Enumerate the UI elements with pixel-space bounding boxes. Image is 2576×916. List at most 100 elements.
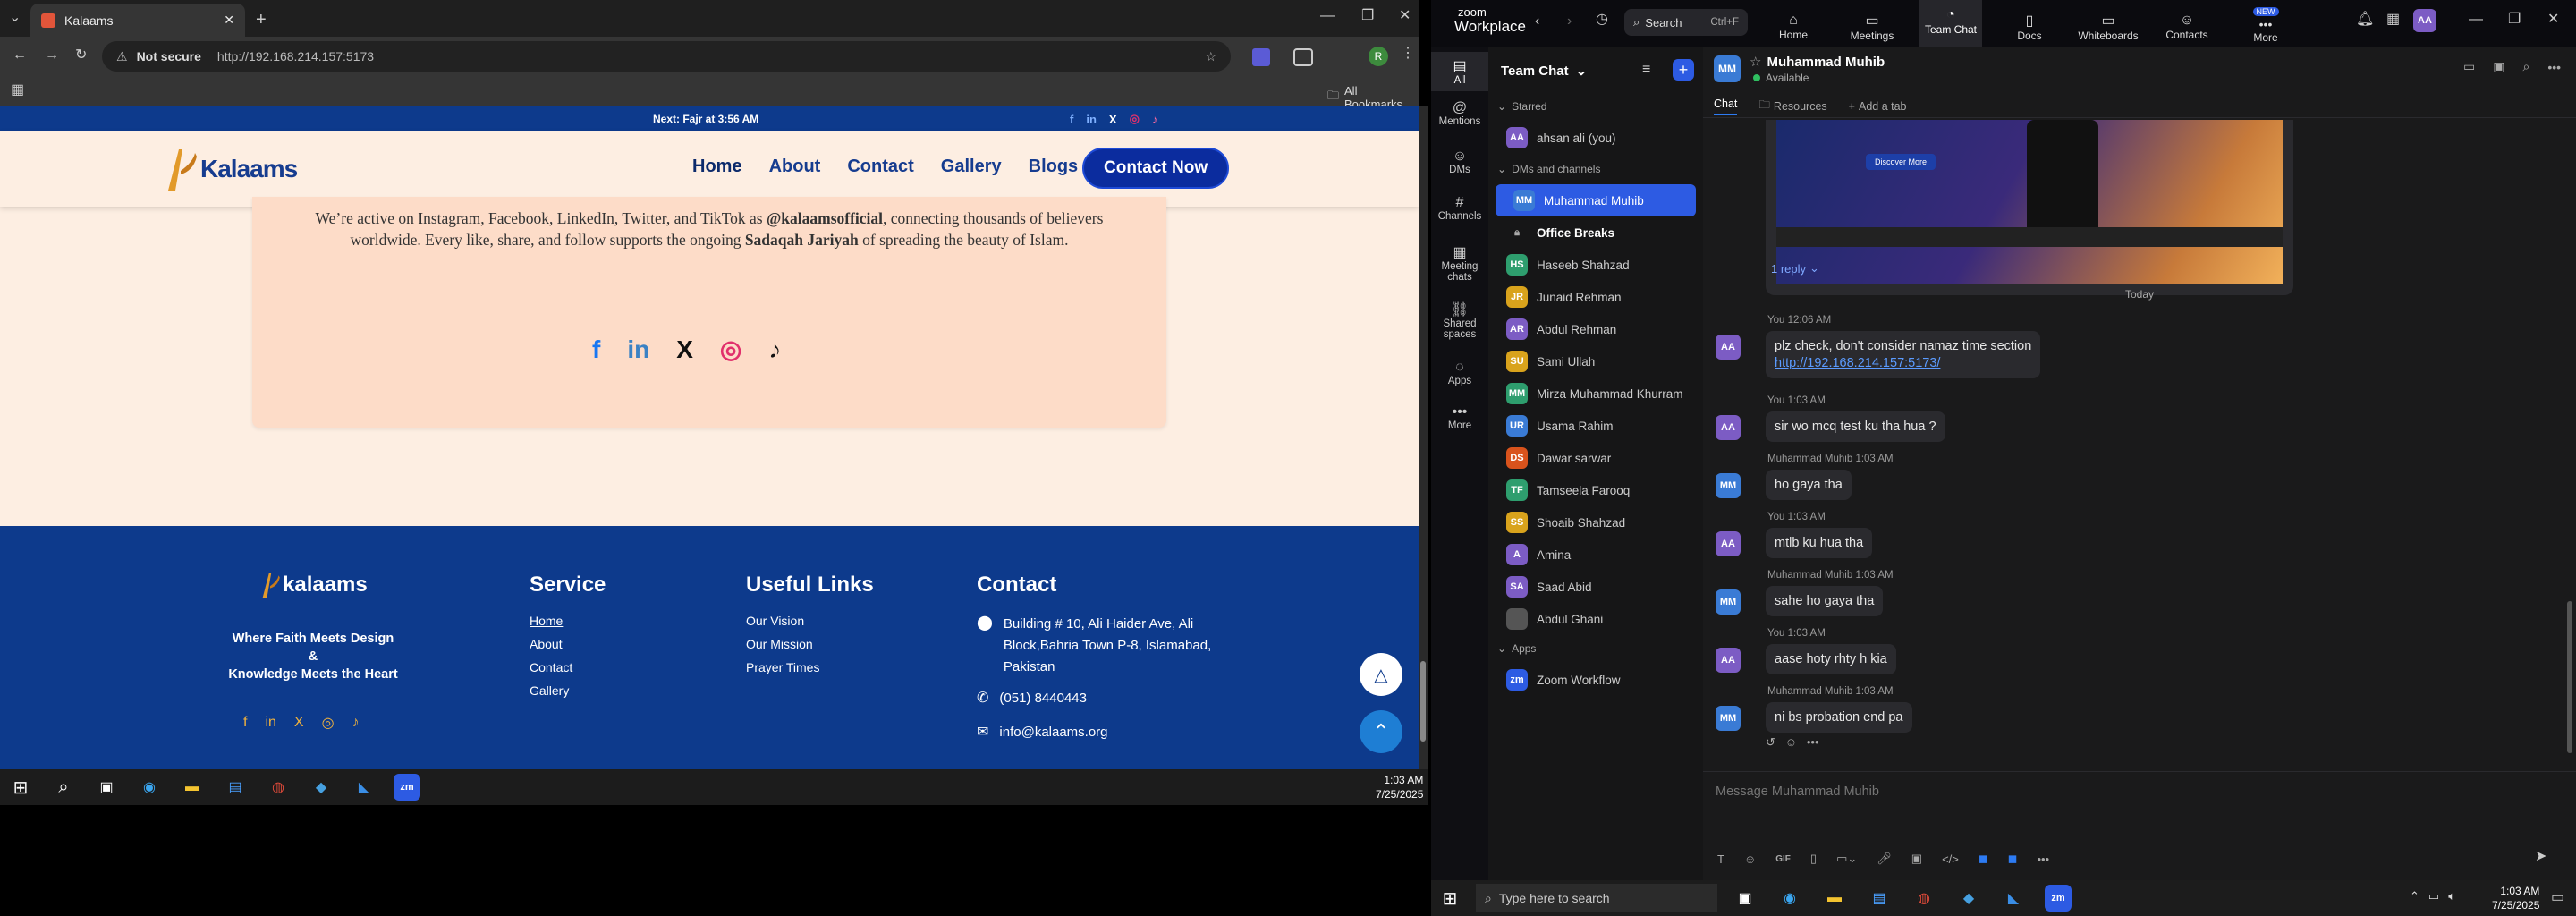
close-window-icon[interactable]: ✕	[2547, 13, 2559, 27]
instagram-icon[interactable]: ◎	[720, 335, 741, 364]
list-item[interactable]: zm Zoom Workflow	[1488, 664, 1703, 696]
message-bubble[interactable]: sir wo mcq test ku tha hua ?	[1766, 411, 1945, 442]
footer-link-contact[interactable]: Contact	[530, 660, 606, 674]
tab-team-chat[interactable]: ◔ Team Chat	[1919, 0, 1982, 47]
emoji-icon[interactable]: ☺	[1744, 852, 1756, 866]
taskbar-search[interactable]: ⌕ Type here to search	[1476, 884, 1717, 912]
sender-avatar[interactable]: MM	[1716, 589, 1741, 615]
sender-avatar[interactable]: AA	[1716, 648, 1741, 673]
nav-about[interactable]: About	[769, 157, 821, 177]
message-bubble[interactable]: mtlb ku hua tha	[1766, 528, 1873, 558]
image-attachment[interactable]: Discover More	[1766, 120, 2293, 295]
user-avatar[interactable]: AA	[2413, 9, 2436, 32]
footer-link-gallery[interactable]: Gallery	[530, 683, 606, 698]
list-title[interactable]: Team Chat ⌄	[1501, 63, 1587, 80]
notification-bell-icon[interactable]: 🔔︎	[2356, 13, 2374, 27]
bookmark-star-icon[interactable]: ☆	[1205, 49, 1216, 64]
video-clip-icon[interactable]: ▣	[1911, 852, 1922, 866]
sidebar-shared-spaces[interactable]: ⛓ Shared spaces	[1431, 301, 1488, 340]
history-back-icon[interactable]: ‹	[1535, 14, 1539, 29]
message-bubble[interactable]: aase hoty rhty h kia	[1766, 644, 1896, 674]
volume-icon[interactable]: 🔈︎	[2448, 889, 2455, 903]
sidebar-meeting-chats[interactable]: ▦ Meeting chats	[1431, 243, 1488, 283]
windows-start-icon[interactable]: ⊞	[7, 774, 34, 801]
contact-now-button[interactable]: Contact Now	[1082, 148, 1230, 189]
list-item[interactable]: UR Usama Rahim	[1488, 410, 1703, 442]
sidebar-apps[interactable]: ◌ Apps	[1431, 360, 1488, 386]
sidebar-more[interactable]: ••• More	[1431, 404, 1488, 431]
history-forward-icon[interactable]: ›	[1567, 14, 1572, 29]
zoom-taskbar-icon[interactable]: zm	[2045, 885, 2072, 912]
footer-link-about[interactable]: About	[530, 637, 606, 651]
footer-link-prayer[interactable]: Prayer Times	[746, 660, 874, 674]
more-options-icon[interactable]: •••	[1807, 735, 1819, 749]
more-options-icon[interactable]: •••	[2037, 852, 2049, 866]
list-item[interactable]: SS Shoaib Shahzad	[1488, 506, 1703, 539]
zoom-taskbar-icon[interactable]: zm	[394, 774, 420, 801]
list-item[interactable]: 🔒︎ Office Breaks	[1488, 216, 1703, 249]
list-item[interactable]: A Amina	[1488, 539, 1703, 571]
list-item[interactable]: SA Saad Abid	[1488, 571, 1703, 603]
recent-history-icon[interactable]: ◷	[1596, 13, 1608, 27]
address-bar[interactable]: ⚠ Not secure http://192.168.214.157:5173…	[102, 41, 1231, 72]
email-text[interactable]: info@kalaams.org	[999, 725, 1107, 740]
extension-icon[interactable]	[1252, 48, 1270, 66]
list-item[interactable]: DS Dawar sarwar	[1488, 442, 1703, 474]
tiktok-icon[interactable]: ♪	[768, 335, 781, 364]
maximize-icon[interactable]: ❐	[2508, 13, 2521, 27]
tiktok-icon[interactable]: ♪	[352, 715, 360, 731]
contact-name[interactable]: Muhammad Muhib	[1767, 55, 1885, 70]
x-icon[interactable]: X	[676, 335, 693, 364]
tab-search-icon[interactable]: ⌄	[9, 11, 21, 25]
store-icon[interactable]: ▤	[1866, 885, 1893, 912]
tiktok-icon[interactable]: ♪	[1152, 113, 1158, 126]
tab-whiteboards[interactable]: ▭ Whiteboards	[2077, 4, 2140, 42]
more-options-icon[interactable]: •••	[2547, 60, 2561, 74]
list-item[interactable]: AR Abdul Rehman	[1488, 313, 1703, 345]
network-icon[interactable]: ▭	[2428, 889, 2439, 903]
chat-scrollbar-thumb[interactable]	[2567, 601, 2572, 753]
message-bubble[interactable]: plz check, don't consider namaz time sec…	[1766, 331, 2041, 378]
edge-icon[interactable]: ◉	[136, 774, 163, 801]
reload-icon[interactable]: ↻	[75, 48, 87, 63]
facebook-icon[interactable]: f	[1070, 113, 1073, 126]
message-bubble[interactable]: ho gaya tha	[1766, 470, 1852, 500]
tab-contacts[interactable]: ☺ Contacts	[2156, 5, 2218, 41]
list-item[interactable]: JR Junaid Rehman	[1488, 281, 1703, 313]
scrollbar-thumb[interactable]	[1420, 661, 1426, 742]
sender-avatar[interactable]: AA	[1716, 531, 1741, 556]
extensions-icon[interactable]	[1293, 48, 1313, 66]
footer-link-home[interactable]: Home	[530, 614, 606, 628]
windows-start-icon[interactable]: ⊞	[1436, 885, 1463, 912]
screenshot-icon[interactable]: ▭⌄	[1836, 852, 1857, 866]
footer-link-vision[interactable]: Our Vision	[746, 614, 874, 628]
microphone-icon[interactable]: 🎤︎	[1877, 852, 1892, 866]
linkedin-icon[interactable]: in	[1086, 113, 1097, 126]
close-window-icon[interactable]: ✕	[1399, 9, 1411, 23]
zoom-search[interactable]: ⌕ Search Ctrl+F	[1624, 9, 1748, 36]
screen-share-icon[interactable]: ▣	[2493, 59, 2504, 74]
browser-scrollbar[interactable]	[1419, 106, 1428, 769]
x-icon[interactable]: X	[294, 715, 304, 731]
reply-icon[interactable]: ↺	[1766, 735, 1775, 749]
sidebar-channels[interactable]: # Channels	[1431, 195, 1488, 222]
message-link[interactable]: http://192.168.214.157:5173/	[1775, 356, 2031, 370]
apps-header[interactable]: ⌄ Apps	[1497, 642, 1536, 655]
minimize-icon[interactable]: —	[2469, 13, 2483, 27]
chat-tab[interactable]: Chat	[1714, 98, 1738, 115]
profile-avatar[interactable]: R	[1368, 47, 1388, 66]
message-bubble[interactable]: ni bs probation end pa	[1766, 702, 1912, 733]
zoom-app-icon[interactable]: ◼	[2008, 852, 2018, 866]
tab-more[interactable]: NEW ••• More	[2234, 3, 2297, 44]
footer-link-mission[interactable]: Our Mission	[746, 637, 874, 651]
nav-blogs[interactable]: Blogs	[1029, 157, 1079, 177]
search-icon[interactable]: ⌕	[2522, 59, 2529, 74]
forward-icon[interactable]: →	[45, 48, 59, 63]
dms-header[interactable]: ⌄ DMs and channels	[1497, 163, 1600, 175]
list-item[interactable]: MM Mirza Muhammad Khurram	[1488, 377, 1703, 410]
tab-home[interactable]: ⌂ Home	[1762, 5, 1825, 41]
emoji-react-icon[interactable]: ☺	[1785, 735, 1797, 749]
code-icon[interactable]: </>	[1942, 852, 1959, 866]
scroll-to-top-button[interactable]: ⌃	[1360, 710, 1402, 753]
instagram-icon[interactable]: ◎	[322, 714, 335, 732]
